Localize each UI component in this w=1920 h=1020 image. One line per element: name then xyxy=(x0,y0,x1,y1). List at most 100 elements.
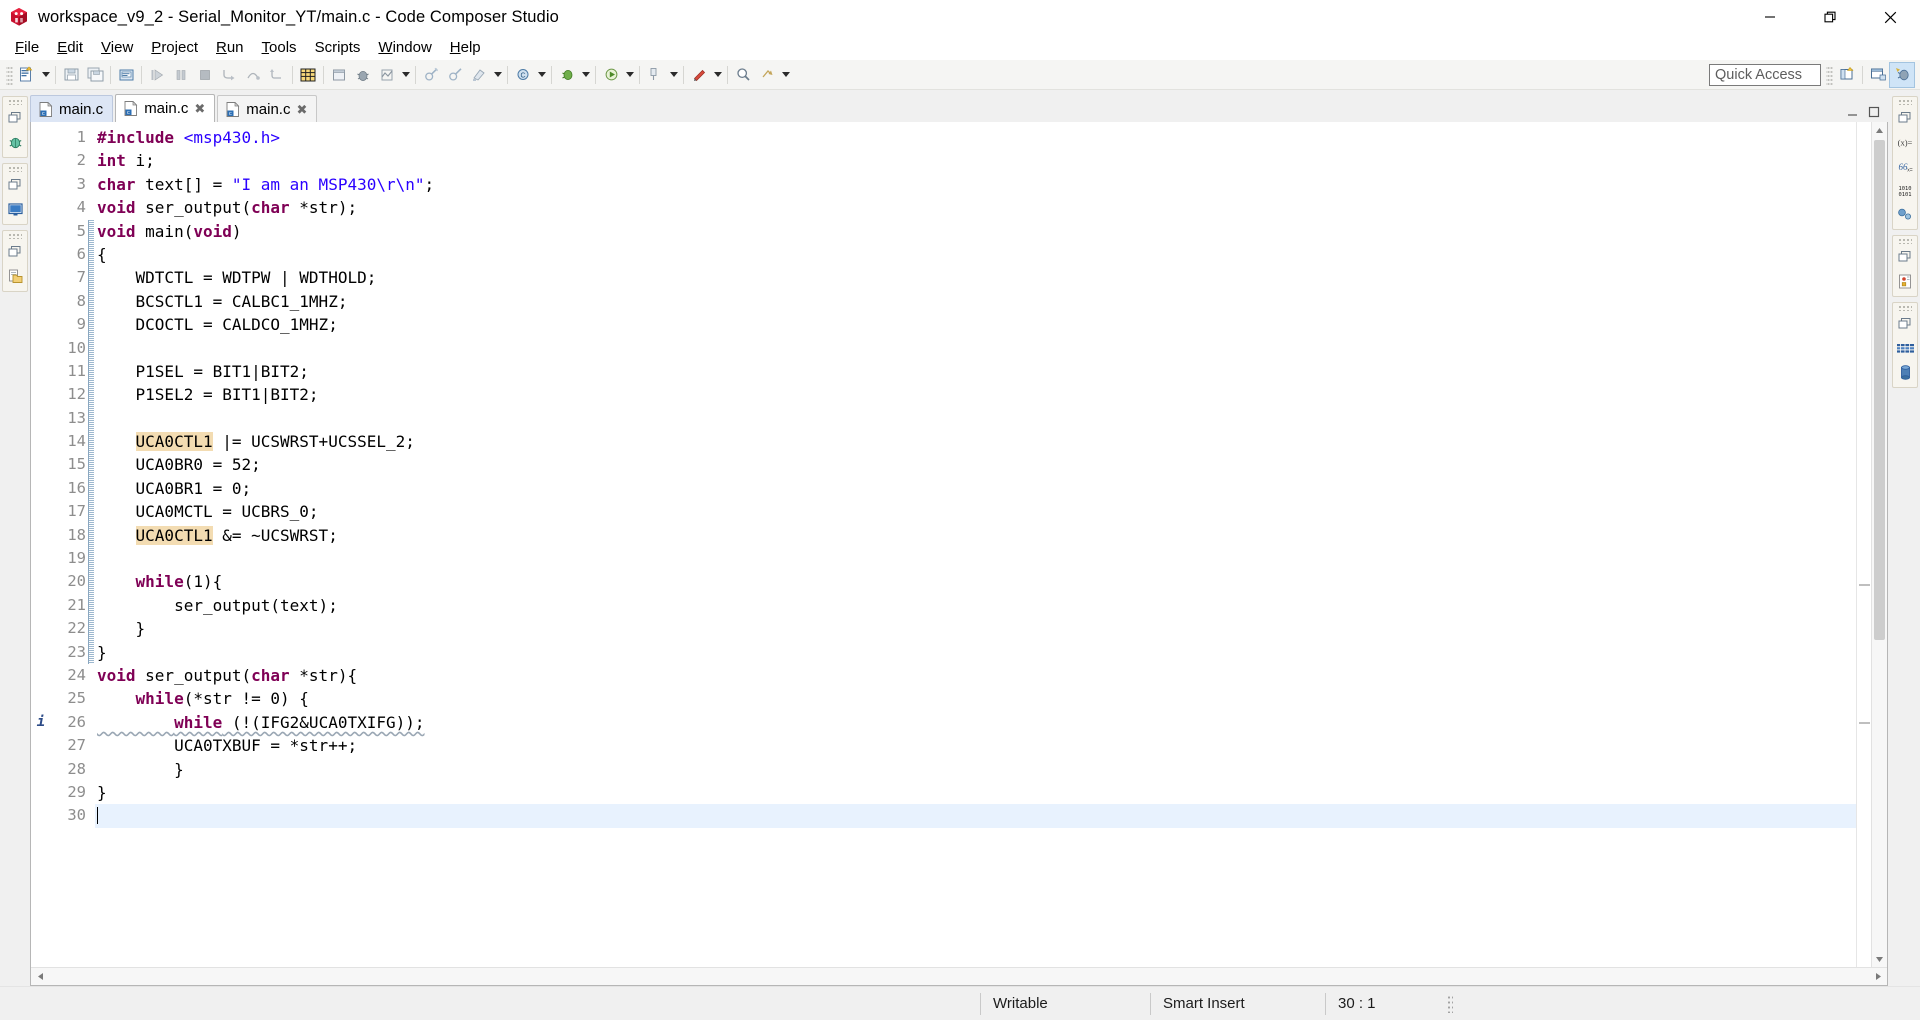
code-line[interactable]: #include <msp430.h> xyxy=(95,126,1856,149)
paint-dropdown[interactable] xyxy=(491,63,504,87)
debug-bug-icon[interactable] xyxy=(4,131,26,153)
code-line[interactable]: BCSCTL1 = CALBC1_1MHZ; xyxy=(95,290,1856,313)
pencil-button[interactable] xyxy=(687,63,711,87)
new-file-button[interactable] xyxy=(15,63,39,87)
breakpoints-icon[interactable] xyxy=(1894,203,1916,225)
open-perspective-button[interactable] xyxy=(1835,63,1859,87)
quick-access-input[interactable]: Quick Access xyxy=(1709,63,1821,86)
code-line[interactable] xyxy=(95,804,1856,828)
step-into-button[interactable] xyxy=(217,63,241,87)
editor-tab-main-c-1[interactable]: c main.c xyxy=(30,95,114,122)
last-edit-location-button[interactable] xyxy=(755,63,779,87)
chevron-right-icon[interactable] xyxy=(1869,968,1887,986)
paint-button[interactable] xyxy=(467,63,491,87)
status-bar-resize-grip[interactable] xyxy=(1447,994,1453,1013)
pencil-dropdown[interactable] xyxy=(711,63,724,87)
target-config-dropdown[interactable] xyxy=(399,63,412,87)
restore-view-icon[interactable] xyxy=(8,99,22,105)
build-button[interactable] xyxy=(296,63,320,87)
restore-view-button[interactable] xyxy=(4,241,26,263)
project-explorer-icon[interactable] xyxy=(4,265,26,287)
code-line[interactable]: while(1){ xyxy=(95,570,1856,593)
pin-editor-dropdown[interactable] xyxy=(667,63,680,87)
code-line[interactable]: void ser_output(char *str); xyxy=(95,196,1856,219)
debug-config-dropdown[interactable] xyxy=(579,63,592,87)
menu-scripts[interactable]: Scripts xyxy=(306,37,370,58)
console-icon[interactable] xyxy=(4,198,26,220)
memory-browser-icon[interactable] xyxy=(1894,337,1916,359)
target-config-button[interactable] xyxy=(375,63,399,87)
restore-view-icon[interactable] xyxy=(1898,99,1912,105)
restore-view-icon[interactable] xyxy=(8,233,22,239)
step-return-button[interactable] xyxy=(265,63,289,87)
chevron-down-icon[interactable] xyxy=(1872,951,1887,967)
new-c-project-dropdown[interactable] xyxy=(535,63,548,87)
menu-window[interactable]: Window xyxy=(369,37,440,58)
memory-view-group[interactable] xyxy=(1892,302,1918,388)
code-line[interactable]: UCA0TXBUF = *str++; xyxy=(95,734,1856,757)
code-line[interactable]: { xyxy=(95,243,1856,266)
code-line[interactable] xyxy=(95,407,1856,430)
restore-view-button[interactable] xyxy=(1894,246,1916,268)
menu-project[interactable]: Project xyxy=(142,37,207,58)
external-tools-2-button[interactable] xyxy=(443,63,467,87)
code-line[interactable]: UCA0BR0 = 52; xyxy=(95,453,1856,476)
variables-icon[interactable]: (x)= xyxy=(1894,131,1916,153)
code-line[interactable]: UCA0BR1 = 0; xyxy=(95,477,1856,500)
editor-info-marker[interactable]: i xyxy=(31,711,51,734)
menu-view[interactable]: View xyxy=(92,37,142,58)
minimize-button[interactable] xyxy=(1740,0,1800,34)
ccs-debug-perspective-button[interactable] xyxy=(1889,61,1915,88)
code-line[interactable]: } xyxy=(95,781,1856,804)
close-button[interactable] xyxy=(1860,0,1920,34)
variables-view-group[interactable]: (x)= 66 x= 1010 0101 xyxy=(1892,96,1918,230)
suspend-button[interactable] xyxy=(169,63,193,87)
restore-view-button[interactable] xyxy=(1894,107,1916,129)
external-tools-button[interactable] xyxy=(419,63,443,87)
editor-text-area[interactable]: #include <msp430.h> int i; char text[] = "… xyxy=(95,122,1856,967)
status-insert-mode[interactable]: Smart Insert xyxy=(1150,992,1325,1015)
editor-annotation-gutter[interactable]: i xyxy=(31,122,51,967)
editor-tab-close-icon[interactable]: ✖ xyxy=(194,102,205,115)
editor-folding-gutter[interactable] xyxy=(87,122,95,967)
code-line[interactable]: DCOCTL = CALDCO_1MHZ; xyxy=(95,313,1856,336)
new-c-project-button[interactable]: C xyxy=(511,63,535,87)
terminate-button[interactable] xyxy=(193,63,217,87)
code-line[interactable]: } xyxy=(95,758,1856,781)
code-line[interactable]: P1SEL2 = BIT1|BIT2; xyxy=(95,383,1856,406)
code-line[interactable]: int i; xyxy=(95,149,1856,172)
disassembly-view-group[interactable] xyxy=(1892,235,1918,297)
run-config-dropdown[interactable] xyxy=(623,63,636,87)
chevron-up-icon[interactable] xyxy=(1872,122,1887,138)
editor-overview-ruler[interactable] xyxy=(1856,122,1871,967)
restore-view-icon[interactable] xyxy=(8,166,22,172)
save-all-button[interactable] xyxy=(83,63,107,87)
resume-button[interactable] xyxy=(145,63,169,87)
editor-tab-main-c-2[interactable]: c main.c ✖ xyxy=(115,94,216,122)
pin-editor-button[interactable] xyxy=(643,63,667,87)
menu-help[interactable]: Help xyxy=(441,37,490,58)
code-line[interactable]: UCA0MCTL = UCBRS_0; xyxy=(95,500,1856,523)
restore-view-button[interactable] xyxy=(1894,313,1916,335)
code-line[interactable] xyxy=(95,337,1856,360)
registers-icon[interactable]: 1010 0101 xyxy=(1894,179,1916,201)
editor-vertical-scrollbar[interactable] xyxy=(1871,122,1887,967)
search-button[interactable] xyxy=(731,63,755,87)
back-dropdown[interactable] xyxy=(779,63,792,87)
vertical-scrollbar-thumb[interactable] xyxy=(1874,140,1885,640)
build-active-button[interactable] xyxy=(327,63,351,87)
restore-button[interactable] xyxy=(1800,0,1860,34)
maximize-editor-icon[interactable] xyxy=(1868,105,1880,118)
code-line[interactable]: void ser_output(char *str){ xyxy=(95,664,1856,687)
disassembly-icon[interactable] xyxy=(1894,270,1916,292)
code-line[interactable]: UCA0CTL1 &= ~UCSWRST; xyxy=(95,524,1856,547)
restore-view-icon[interactable] xyxy=(1898,238,1912,244)
code-line[interactable]: WDTCTL = WDTPW | WDTHOLD; xyxy=(95,266,1856,289)
code-line[interactable]: } xyxy=(95,641,1856,664)
save-button[interactable] xyxy=(59,63,83,87)
code-line[interactable]: ser_output(text); xyxy=(95,594,1856,617)
debug-config-button[interactable] xyxy=(555,63,579,87)
code-line[interactable]: while(*str != 0) { xyxy=(95,687,1856,710)
code-line[interactable]: P1SEL = BIT1|BIT2; xyxy=(95,360,1856,383)
debug-view-group[interactable] xyxy=(2,96,28,158)
